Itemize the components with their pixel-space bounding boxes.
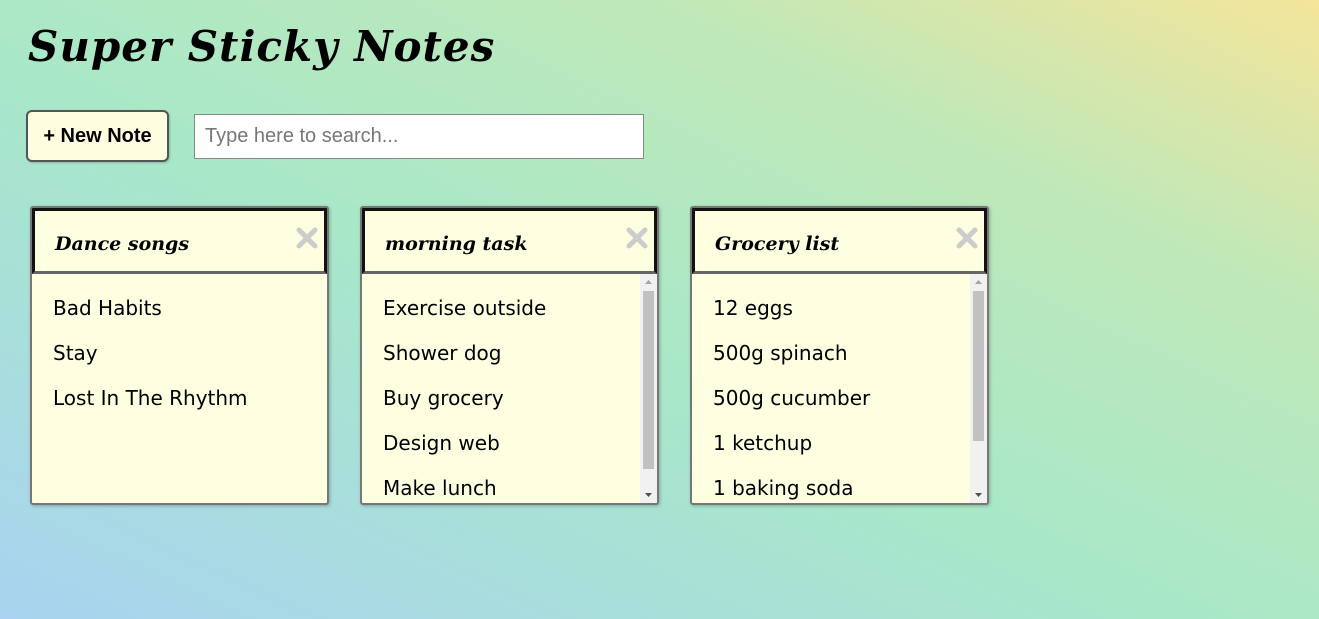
scrollbar-thumb[interactable]	[643, 291, 654, 469]
note-title[interactable]: Dance songs	[55, 233, 189, 255]
scrollbar-thumb[interactable]	[973, 291, 984, 441]
list-item: 12 eggs	[713, 296, 793, 320]
scrollbar[interactable]	[970, 274, 987, 503]
list-item: Buy grocery	[383, 386, 504, 410]
list-item: Bad Habits	[53, 296, 162, 320]
note-card: Grocery list 12 eggs 500g spinach 500g c…	[690, 206, 989, 505]
search-input[interactable]	[194, 114, 644, 159]
list-item: 500g spinach	[713, 341, 848, 365]
app-title: Super Sticky Notes	[28, 22, 496, 71]
chevron-down-icon[interactable]	[970, 486, 987, 503]
close-icon[interactable]	[296, 227, 318, 249]
note-card: morning task Exercise outside Shower dog…	[360, 206, 659, 505]
close-icon[interactable]	[626, 227, 648, 249]
note-body[interactable]: Bad Habits Stay Lost In The Rhythm	[32, 274, 327, 503]
list-item: 1 ketchup	[713, 431, 813, 455]
list-item: 1 baking soda	[713, 476, 854, 500]
note-header: Grocery list	[692, 208, 987, 274]
note-body[interactable]: 12 eggs 500g spinach 500g cucumber 1 ket…	[692, 274, 987, 503]
chevron-down-icon[interactable]	[640, 486, 657, 503]
scrollbar[interactable]	[640, 274, 657, 503]
note-header: Dance songs	[32, 208, 327, 274]
note-card: Dance songs Bad Habits Stay Lost In The …	[30, 206, 329, 505]
list-item: Make lunch	[383, 476, 497, 500]
chevron-up-icon[interactable]	[640, 274, 657, 291]
list-item: Exercise outside	[383, 296, 547, 320]
note-title[interactable]: morning task	[385, 233, 527, 255]
list-item: Design web	[383, 431, 500, 455]
list-item: 500g cucumber	[713, 386, 871, 410]
note-title[interactable]: Grocery list	[715, 233, 839, 255]
chevron-up-icon[interactable]	[970, 274, 987, 291]
close-icon[interactable]	[956, 227, 978, 249]
list-item: Stay	[53, 341, 98, 365]
list-item: Shower dog	[383, 341, 502, 365]
new-note-button[interactable]: + New Note	[26, 110, 169, 162]
list-item: Lost In The Rhythm	[53, 386, 248, 410]
note-header: morning task	[362, 208, 657, 274]
note-body[interactable]: Exercise outside Shower dog Buy grocery …	[362, 274, 657, 503]
